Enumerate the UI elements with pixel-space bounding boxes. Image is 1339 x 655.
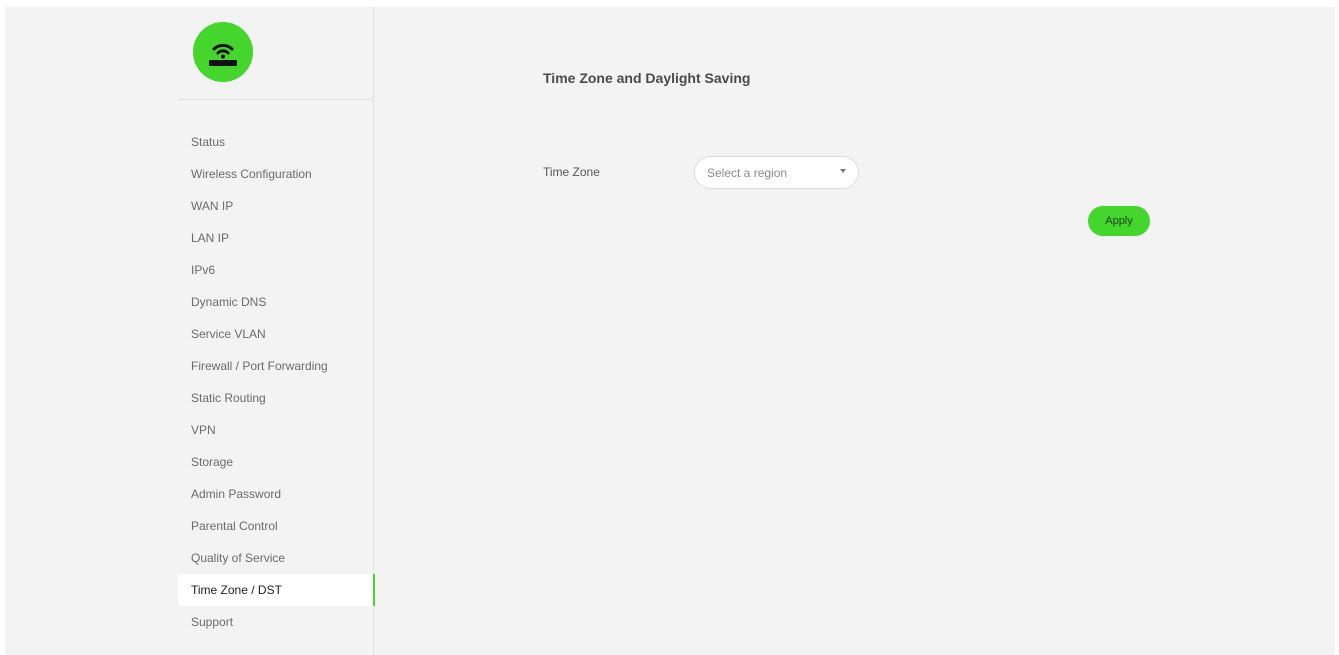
time-zone-select[interactable]: Select a region (694, 156, 859, 189)
sidebar-item-dynamic-dns[interactable]: Dynamic DNS (178, 286, 374, 318)
sidebar-item-wan-ip[interactable]: WAN IP (178, 190, 374, 222)
app-frame: Status Wireless Configuration WAN IP LAN… (5, 7, 1335, 655)
sidebar-item-admin-password[interactable]: Admin Password (178, 478, 374, 510)
sidebar-item-vpn[interactable]: VPN (178, 414, 374, 446)
sidebar-item-storage[interactable]: Storage (178, 446, 374, 478)
sidebar-item-lan-ip[interactable]: LAN IP (178, 222, 374, 254)
sidebar: Status Wireless Configuration WAN IP LAN… (178, 7, 375, 655)
chevron-down-icon (840, 169, 846, 173)
time-zone-label: Time Zone (543, 165, 600, 179)
sidebar-item-ipv6[interactable]: IPv6 (178, 254, 374, 286)
sidebar-item-service-vlan[interactable]: Service VLAN (178, 318, 374, 350)
main-content: Time Zone and Daylight Saving Time Zone … (375, 7, 1335, 655)
apply-button[interactable]: Apply (1088, 206, 1150, 236)
logo-divider (178, 99, 374, 100)
time-zone-select-placeholder: Select a region (707, 166, 788, 180)
sidebar-item-static-routing[interactable]: Static Routing (178, 382, 374, 414)
sidebar-item-time-zone-dst[interactable]: Time Zone / DST (178, 574, 375, 606)
sidebar-item-support[interactable]: Support (178, 606, 374, 638)
router-wifi-icon (193, 22, 253, 82)
sidebar-item-quality-of-service[interactable]: Quality of Service (178, 542, 374, 574)
sidebar-item-wireless-configuration[interactable]: Wireless Configuration (178, 158, 374, 190)
sidebar-item-status[interactable]: Status (178, 126, 374, 158)
left-gutter (5, 7, 178, 655)
sidebar-item-parental-control[interactable]: Parental Control (178, 510, 374, 542)
sidebar-item-firewall-port-forwarding[interactable]: Firewall / Port Forwarding (178, 350, 374, 382)
page-title: Time Zone and Daylight Saving (543, 70, 751, 86)
sidebar-nav: Status Wireless Configuration WAN IP LAN… (178, 126, 375, 638)
